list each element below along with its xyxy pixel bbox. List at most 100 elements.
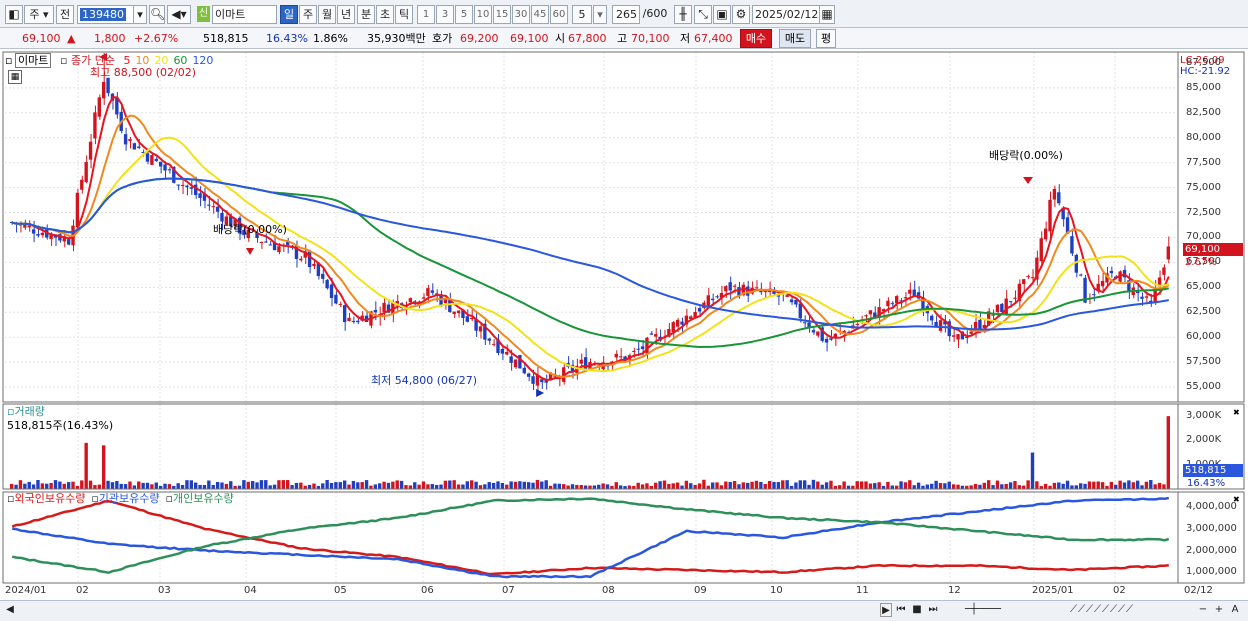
- close-volume-panel-icon[interactable]: ✖: [1233, 406, 1240, 419]
- scroll-right-icon[interactable]: ▶: [880, 603, 892, 617]
- x-axis-label: 11: [856, 585, 869, 596]
- volume-bar: [956, 484, 960, 489]
- volume-bar: [903, 482, 908, 489]
- scroll-left-icon[interactable]: ◀: [5, 603, 15, 617]
- period-tab-3[interactable]: 년: [337, 5, 355, 24]
- volume-bar: [614, 482, 618, 489]
- interval-button-0[interactable]: 1: [417, 5, 435, 24]
- volume-bar: [838, 485, 842, 489]
- volume-bar: [535, 479, 540, 489]
- volume-bar: [329, 482, 334, 489]
- period-tab-0[interactable]: 일: [280, 5, 298, 24]
- x-axis-label: 07: [502, 585, 515, 596]
- draw-tool-icon[interactable]: ⤡: [694, 5, 712, 24]
- volume-bar: [597, 484, 601, 489]
- layout-icon[interactable]: ◧: [5, 5, 23, 24]
- volume-bar: [364, 480, 369, 489]
- interval-button-1[interactable]: 3: [436, 5, 454, 24]
- period-tab-5[interactable]: 초: [376, 5, 394, 24]
- chart-canvas[interactable]: [0, 50, 1248, 600]
- volume-bar: [553, 483, 557, 489]
- text-tool-icon[interactable]: A: [1228, 603, 1242, 617]
- prev-button[interactable]: 전: [56, 5, 74, 24]
- code-dropdown-icon[interactable]: ▾: [133, 5, 147, 24]
- volume-bar: [14, 484, 18, 489]
- price-axis-label: 60,000: [1186, 331, 1221, 343]
- volume-bar: [1087, 481, 1092, 489]
- candle-body: [618, 356, 623, 358]
- zoom-out-icon[interactable]: −: [1196, 603, 1210, 617]
- interval-input[interactable]: 5: [572, 5, 592, 24]
- candle-body: [325, 279, 329, 289]
- zoom-slider[interactable]: ─┼────: [948, 603, 1018, 617]
- volume-bar: [531, 482, 535, 489]
- speaker-icon[interactable]: ◀▾: [167, 5, 191, 24]
- eval-button[interactable]: 평: [816, 29, 836, 48]
- volume-bar: [360, 482, 364, 489]
- interval-button-3[interactable]: 10: [474, 5, 492, 24]
- save-icon[interactable]: ▣: [713, 5, 731, 24]
- calendar-icon[interactable]: ▦: [819, 5, 835, 24]
- date-input[interactable]: 2025/02/12: [752, 5, 820, 24]
- rewind-icon[interactable]: ⏮: [894, 603, 908, 617]
- candle-body: [969, 331, 973, 334]
- candle-body: [500, 348, 505, 354]
- period-tab-6[interactable]: 틱: [395, 5, 413, 24]
- stock-name-tag[interactable]: 이마트: [15, 53, 52, 68]
- stock-code-input[interactable]: 139480: [77, 5, 135, 24]
- volume-bar: [443, 480, 448, 489]
- candle-body: [930, 315, 934, 321]
- volume-bar: [811, 479, 816, 489]
- candle-body: [356, 320, 360, 323]
- buy-button[interactable]: 매수: [740, 29, 772, 48]
- volume-bar: [299, 482, 303, 489]
- period-tab-2[interactable]: 월: [318, 5, 336, 24]
- volume-bar: [84, 442, 88, 489]
- period-tab-1[interactable]: 주: [299, 5, 317, 24]
- count-input[interactable]: 265: [612, 5, 640, 24]
- volume-bar: [413, 482, 417, 489]
- period-tab-4[interactable]: 분: [357, 5, 375, 24]
- volume-bar: [785, 480, 789, 489]
- drawing-tools[interactable]: ⟋⟋⟋⟋⟋⟋⟋⟋: [1022, 603, 1182, 617]
- candle-body: [321, 273, 325, 279]
- candle-body: [1013, 297, 1017, 299]
- candle-body: [728, 282, 732, 291]
- candle-body: [1039, 238, 1043, 262]
- interval-dropdown-icon[interactable]: ▾: [593, 5, 607, 24]
- panel-menu-icon[interactable]: ▫: [5, 54, 12, 67]
- bid-price: 69,200: [460, 32, 499, 45]
- volume-bar: [824, 482, 829, 489]
- holding-legend: ▫외국인보유수량 ▫기관보유수량 ▫개인보유수량: [7, 492, 234, 505]
- interval-button-6[interactable]: 45: [531, 5, 549, 24]
- candle-body: [408, 298, 413, 303]
- interval-button-5[interactable]: 30: [512, 5, 530, 24]
- table-toggle-icon[interactable]: ▦: [8, 70, 22, 84]
- market-select[interactable]: 주 ▾: [24, 5, 54, 24]
- close-holding-panel-icon[interactable]: ✖: [1233, 493, 1240, 506]
- volume-bar: [829, 480, 833, 489]
- interval-button-7[interactable]: 60: [550, 5, 568, 24]
- zoom-in-icon[interactable]: +: [1212, 603, 1226, 617]
- ask-price: 69,100: [510, 32, 549, 45]
- candle-body: [342, 305, 347, 323]
- candle-body: [185, 185, 189, 188]
- stop-icon[interactable]: ■: [910, 603, 924, 617]
- change-percent: +2.67%: [134, 32, 179, 45]
- volume-bar: [1153, 484, 1157, 489]
- interval-button-4[interactable]: 15: [493, 5, 511, 24]
- holding-axis-label: 2,000,000: [1186, 544, 1237, 556]
- interval-button-2[interactable]: 5: [455, 5, 473, 24]
- stock-name-field[interactable]: 이마트: [212, 5, 277, 24]
- sell-button[interactable]: 매도: [779, 29, 811, 48]
- candle-body: [351, 320, 356, 322]
- volume-bar: [215, 481, 220, 489]
- search-icon[interactable]: 🔍︎: [149, 5, 165, 24]
- settings-gear-icon[interactable]: ⚙: [732, 5, 750, 24]
- candle-body: [794, 299, 798, 305]
- candle-type-icon[interactable]: ╫: [674, 5, 692, 24]
- fast-forward-icon[interactable]: ⏭: [926, 603, 940, 617]
- volume-bar: [404, 485, 408, 489]
- candle-body: [373, 309, 378, 313]
- price-axis-label: 57,500: [1186, 356, 1221, 368]
